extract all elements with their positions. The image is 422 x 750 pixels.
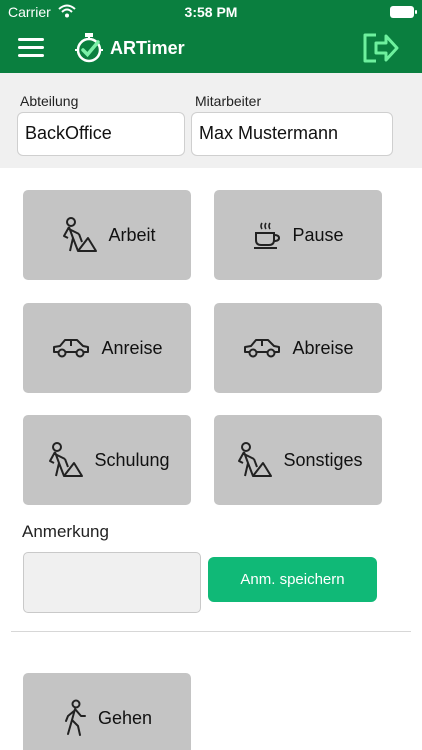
- department-field[interactable]: BackOffice: [17, 112, 185, 156]
- note-label: Anmerkung: [22, 522, 109, 541]
- tile-anreise[interactable]: Anreise: [23, 303, 191, 393]
- employee-label: Mitarbeiter: [195, 93, 262, 109]
- app-logo: ARTimer: [72, 30, 185, 66]
- hamburger-menu-icon[interactable]: [18, 38, 44, 58]
- worker-icon: [58, 216, 98, 254]
- tile-label: Abreise: [292, 337, 354, 358]
- tile-label: Anreise: [101, 337, 163, 358]
- tile-label: Arbeit: [108, 224, 156, 245]
- note-input[interactable]: [23, 552, 201, 613]
- tile-label: Schulung: [94, 449, 170, 470]
- app-name: ARTimer: [110, 37, 185, 58]
- app-bar: ARTimer: [0, 24, 422, 73]
- divider: [11, 631, 411, 632]
- logout-icon[interactable]: [362, 32, 400, 64]
- tile-pause[interactable]: Pause: [214, 190, 382, 280]
- worker-icon: [44, 441, 84, 479]
- walking-person-icon: [62, 699, 88, 737]
- department-label: Abteilung: [20, 93, 79, 109]
- header-area: Abteilung BackOffice Mitarbeiter Max Mus…: [0, 73, 422, 168]
- tile-abreise[interactable]: Abreise: [214, 303, 382, 393]
- employee-field[interactable]: Max Mustermann: [191, 112, 393, 156]
- worker-icon: [233, 441, 273, 479]
- tile-label: Pause: [292, 224, 344, 245]
- tile-schulung[interactable]: Schulung: [23, 415, 191, 505]
- tile-gehen[interactable]: Gehen: [23, 673, 191, 750]
- car-icon: [51, 337, 91, 359]
- tile-sonstiges[interactable]: Sonstiges: [214, 415, 382, 505]
- check-clock-icon: [75, 33, 103, 63]
- status-time: 3:58 PM: [184, 4, 238, 20]
- tile-arbeit[interactable]: Arbeit: [23, 190, 191, 280]
- battery-icon: [390, 6, 417, 18]
- tile-label: Sonstiges: [283, 449, 363, 470]
- status-bar: Carrier 3:58 PM: [0, 0, 422, 24]
- coffee-cup-icon: [252, 220, 282, 250]
- save-note-button[interactable]: Anm. speichern: [208, 557, 377, 602]
- car-icon: [242, 337, 282, 359]
- tile-label: Gehen: [97, 707, 153, 728]
